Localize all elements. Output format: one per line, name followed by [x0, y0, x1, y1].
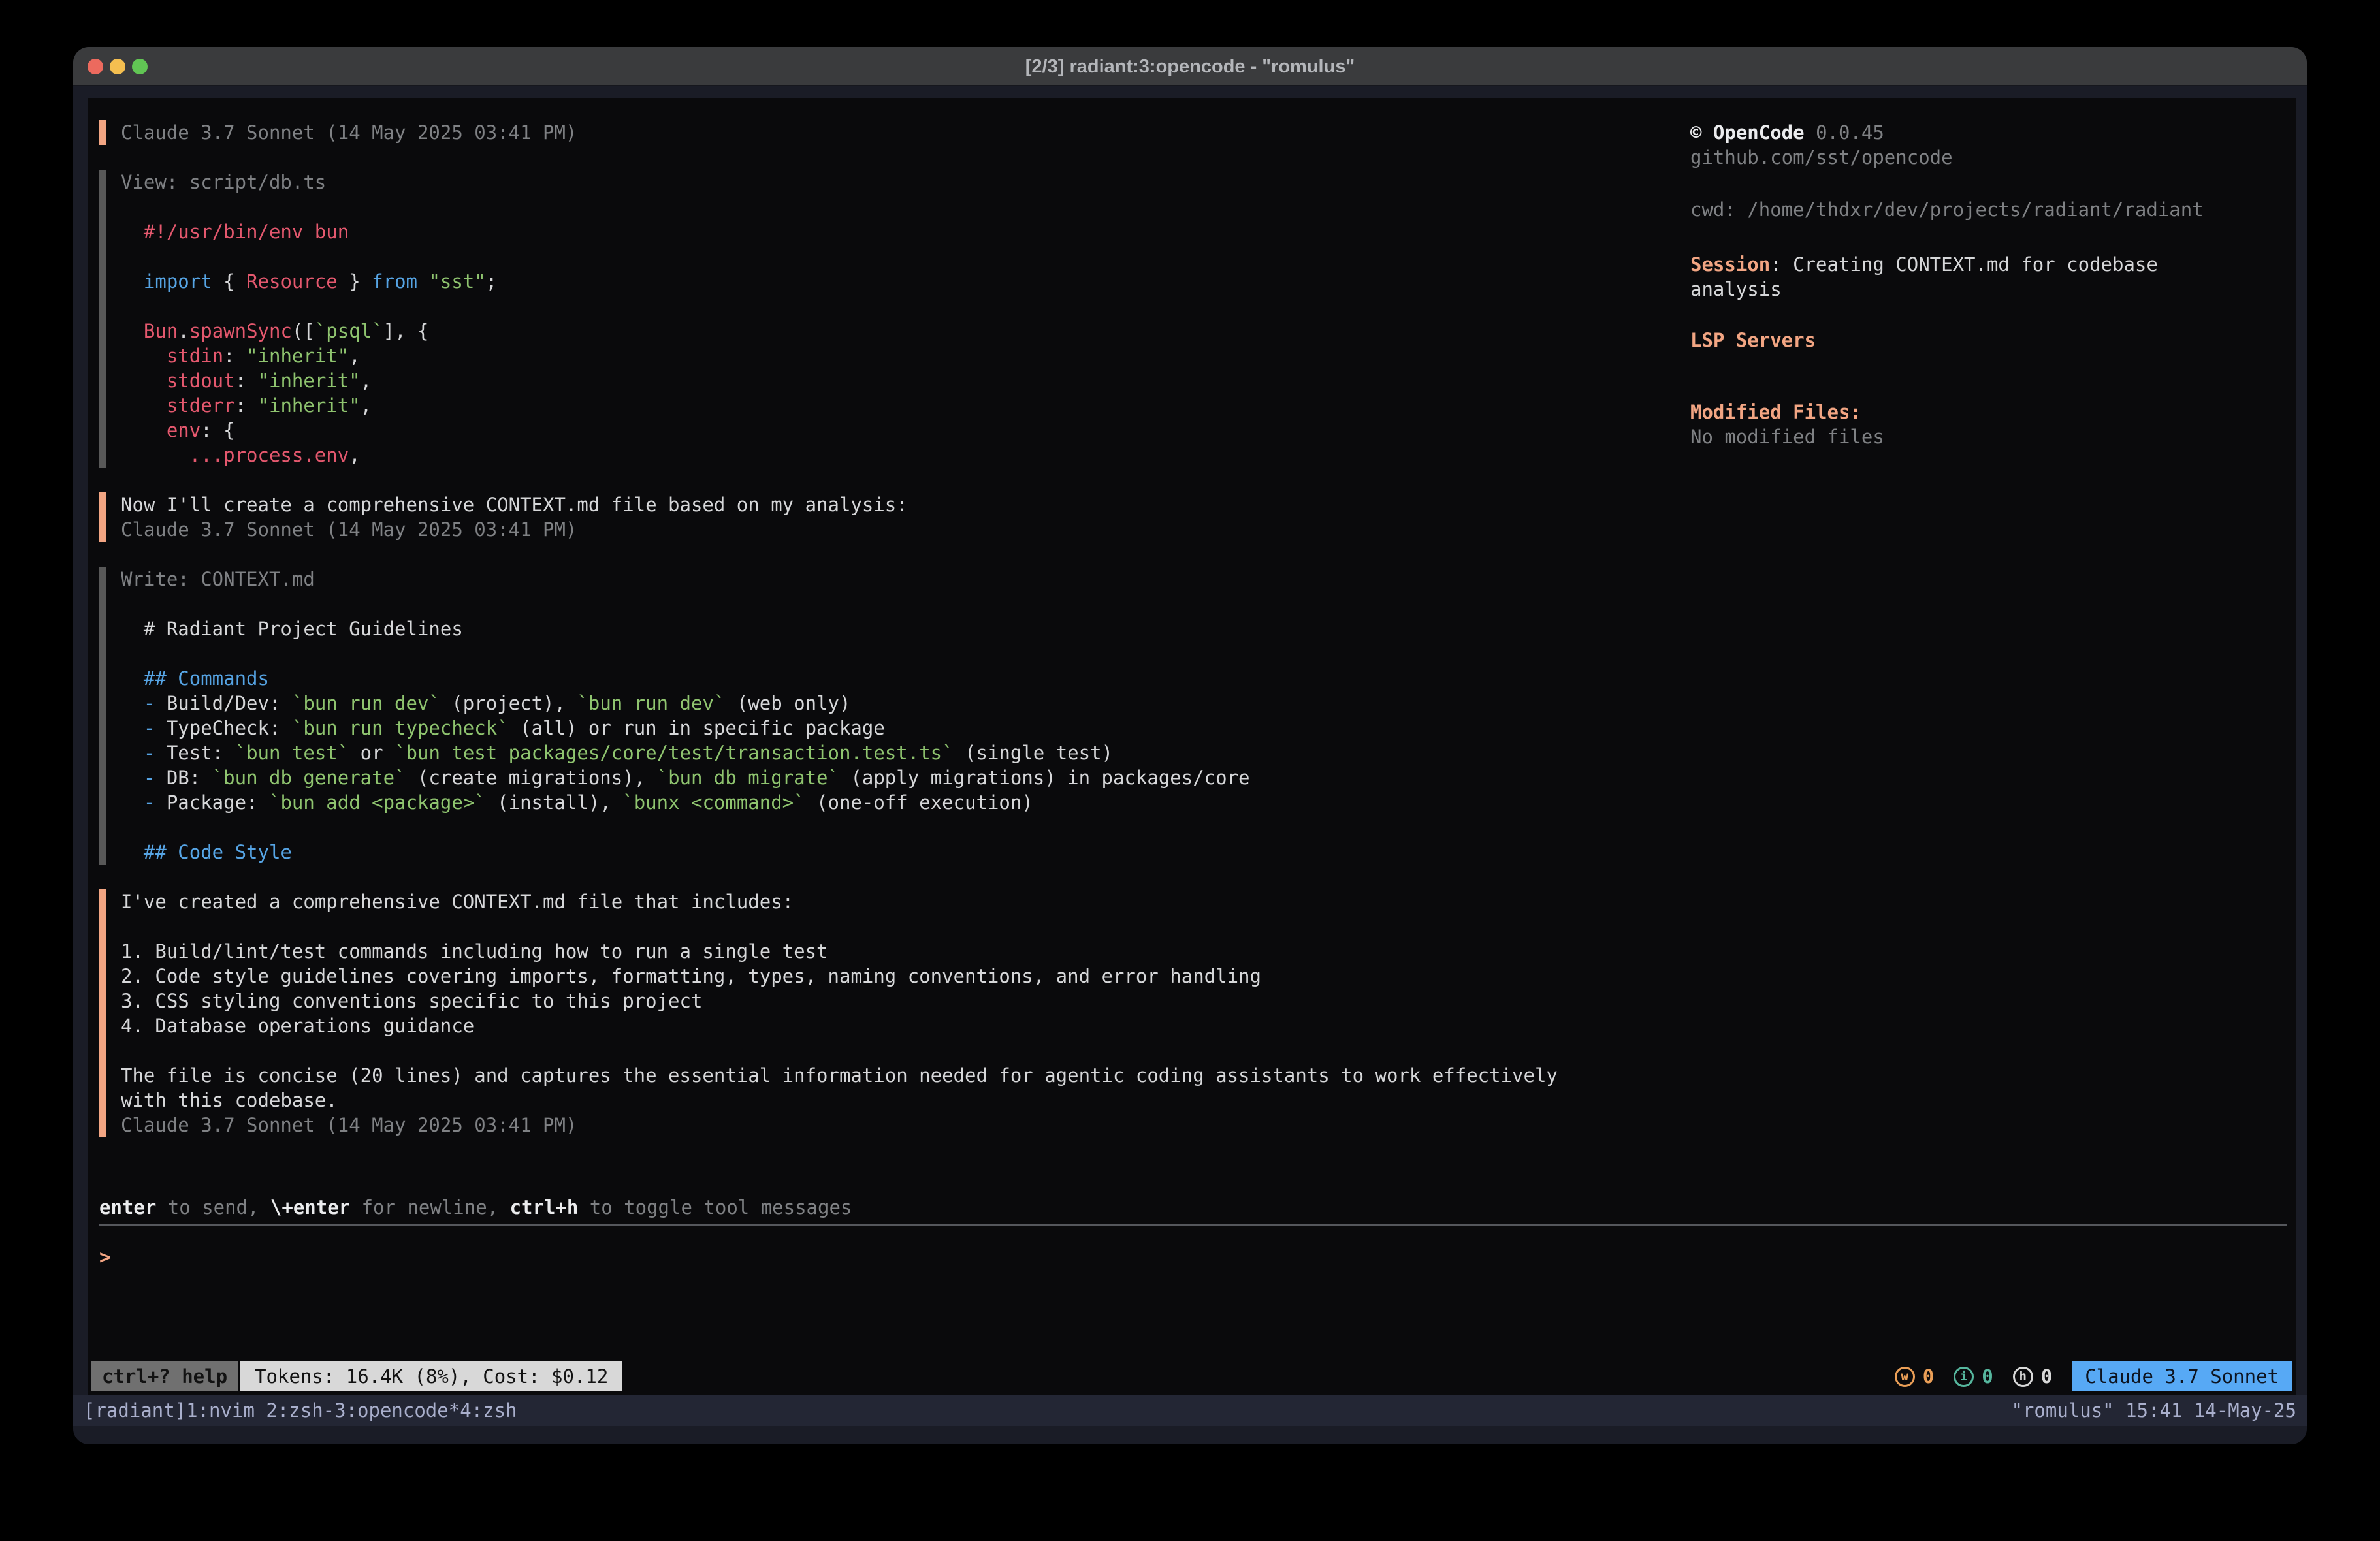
text-line: ## Code Style: [121, 840, 1558, 865]
diagnostics: w0i0h0: [1895, 1365, 2052, 1388]
diagnostic-w-counter: w0: [1895, 1365, 1934, 1388]
text-line: ...process.env,: [121, 443, 1558, 468]
minimize-button[interactable]: [110, 59, 125, 74]
cwd-info: cwd: /home/thdxr/dev/projects/radiant/ra…: [1690, 197, 2204, 222]
text-line: with this codebase.: [121, 1088, 1558, 1113]
text-line: import { Resource } from "sst";: [121, 269, 1558, 294]
circled-w-icon: w: [1895, 1367, 1915, 1387]
model-chip[interactable]: Claude 3.7 Sonnet: [2072, 1361, 2292, 1391]
text-line: github.com/sst/opencode: [1690, 145, 1953, 170]
text-line: stdin: "inherit",: [121, 343, 1558, 368]
text-line: stdout: "inherit",: [121, 368, 1558, 393]
text-line: stderr: "inherit",: [121, 393, 1558, 418]
text-line: - Package: `bun add <package>` (install)…: [121, 790, 1558, 815]
text-line: Modified Files:: [1690, 400, 1884, 424]
prompt-input[interactable]: [122, 1245, 2287, 1269]
text-line: Claude 3.7 Sonnet (14 May 2025 03:41 PM): [121, 517, 1558, 542]
tool-view-block: View: script/db.ts #!/usr/bin/env bun im…: [99, 170, 1558, 468]
desktop: [2/3] radiant:3:opencode - "romulus" Cla…: [0, 0, 2380, 1541]
assistant-message-block: Now I'll create a comprehensive CONTEXT.…: [99, 492, 1558, 542]
text-line: #!/usr/bin/env bun: [121, 219, 1558, 244]
tool-write-block: Write: CONTEXT.md # Radiant Project Guid…: [99, 567, 1558, 865]
text-line: - TypeCheck: `bun run typecheck` (all) o…: [121, 716, 1558, 740]
tmux-windows: [radiant] 1:nvim 2:zsh- 3:opencode* 4:zs…: [73, 1395, 517, 1426]
tmux-status-bar: [radiant] 1:nvim 2:zsh- 3:opencode* 4:zs…: [73, 1395, 2307, 1426]
status-left: ctrl+? help Tokens: 16.4K (8%), Cost: $0…: [91, 1361, 622, 1391]
status-bar: ctrl+? help Tokens: 16.4K (8%), Cost: $0…: [91, 1361, 2292, 1391]
zoom-button[interactable]: [132, 59, 148, 74]
text-line: [121, 914, 1558, 939]
modified-files: Modified Files:No modified files: [1690, 400, 1884, 449]
text-line: - Test: `bun test` or `bun test packages…: [121, 740, 1558, 765]
text-line: [121, 195, 1558, 219]
circled-i-icon: i: [1954, 1367, 1974, 1387]
tokens-cost-chip: Tokens: 16.4K (8%), Cost: $0.12: [240, 1361, 622, 1391]
window-title: [2/3] radiant:3:opencode - "romulus": [73, 47, 2307, 86]
window-titlebar: [2/3] radiant:3:opencode - "romulus": [73, 47, 2307, 86]
session-info: Session: Creating CONTEXT.md for codebas…: [1690, 252, 2158, 302]
tmux-window-4[interactable]: 4:zsh: [460, 1395, 517, 1426]
text-line: [121, 294, 1558, 319]
prompt-symbol: >: [99, 1245, 122, 1269]
text-line: analysis: [1690, 277, 2158, 302]
text-line: - DB: `bun db generate` (create migratio…: [121, 765, 1558, 790]
circled-h-icon: h: [2013, 1367, 2033, 1387]
text-line: LSP Servers: [1690, 328, 1816, 353]
text-line: I've created a comprehensive CONTEXT.md …: [121, 889, 1558, 914]
diagnostic-count: 0: [2041, 1365, 2052, 1388]
prompt-line: >: [99, 1245, 2287, 1269]
text-line: Claude 3.7 Sonnet (14 May 2025 03:41 PM): [121, 120, 1558, 145]
text-line: Write: CONTEXT.md: [121, 567, 1558, 592]
status-right: w0i0h0 Claude 3.7 Sonnet: [1895, 1361, 2292, 1391]
chat-log: Claude 3.7 Sonnet (14 May 2025 03:41 PM)…: [99, 120, 1558, 1162]
tmux-window-3[interactable]: 3:opencode*: [334, 1395, 460, 1426]
lsp-servers: LSP Servers: [1690, 328, 1816, 353]
diagnostic-i-counter: i0: [1954, 1365, 1993, 1388]
tmux-window-2[interactable]: 2:zsh-: [266, 1395, 334, 1426]
assistant-summary-block: I've created a comprehensive CONTEXT.md …: [99, 889, 1558, 1137]
diagnostic-count: 0: [1982, 1365, 1993, 1388]
text-line: 4. Database operations guidance: [121, 1013, 1558, 1038]
window-controls: [88, 59, 148, 74]
text-line: The file is concise (20 lines) and captu…: [121, 1063, 1558, 1088]
text-line: Now I'll create a comprehensive CONTEXT.…: [121, 492, 1558, 517]
help-line: enter to send, \+enter for newline, ctrl…: [99, 1195, 852, 1220]
diagnostic-count: 0: [1923, 1365, 1934, 1388]
close-button[interactable]: [88, 59, 103, 74]
text-line: 2. Code style guidelines covering import…: [121, 964, 1558, 989]
text-line: # Radiant Project Guidelines: [121, 616, 1558, 641]
text-line: [121, 592, 1558, 616]
text-line: cwd: /home/thdxr/dev/projects/radiant/ra…: [1690, 197, 2204, 222]
text-line: © OpenCode 0.0.45: [1690, 120, 1953, 145]
text-line: env: {: [121, 418, 1558, 443]
text-line: ## Commands: [121, 666, 1558, 691]
help-shortcut-chip[interactable]: ctrl+? help: [91, 1361, 238, 1391]
text-line: [121, 815, 1558, 840]
text-line: Session: Creating CONTEXT.md for codebas…: [1690, 252, 2158, 277]
text-line: 1. Build/lint/test commands including ho…: [121, 939, 1558, 964]
tmux-window-1[interactable]: 1:nvim: [186, 1395, 266, 1426]
text-line: [121, 244, 1558, 269]
assistant-header-block: Claude 3.7 Sonnet (14 May 2025 03:41 PM): [99, 120, 1558, 145]
text-line: [121, 1038, 1558, 1063]
text-line: 3. CSS styling conventions specific to t…: [121, 989, 1558, 1013]
tmux-session-name: [radiant]: [84, 1395, 186, 1426]
input-separator: [99, 1224, 2287, 1226]
terminal-screen: Claude 3.7 Sonnet (14 May 2025 03:41 PM)…: [88, 98, 2296, 1395]
text-line: [121, 641, 1558, 666]
text-line: - Build/Dev: `bun run dev` (project), `b…: [121, 691, 1558, 716]
text-line: No modified files: [1690, 424, 1884, 449]
text-line: Claude 3.7 Sonnet (14 May 2025 03:41 PM): [121, 1113, 1558, 1137]
tmux-session-clock: "romulus" 15:41 14-May-25: [2012, 1395, 2308, 1426]
text-line: View: script/db.ts: [121, 170, 1558, 195]
app-info: © OpenCode 0.0.45github.com/sst/opencode: [1690, 120, 1953, 170]
terminal-window: [2/3] radiant:3:opencode - "romulus" Cla…: [73, 47, 2307, 1444]
text-line: Bun.spawnSync([`psql`], {: [121, 319, 1558, 343]
diagnostic-h-counter: h0: [2013, 1365, 2052, 1388]
